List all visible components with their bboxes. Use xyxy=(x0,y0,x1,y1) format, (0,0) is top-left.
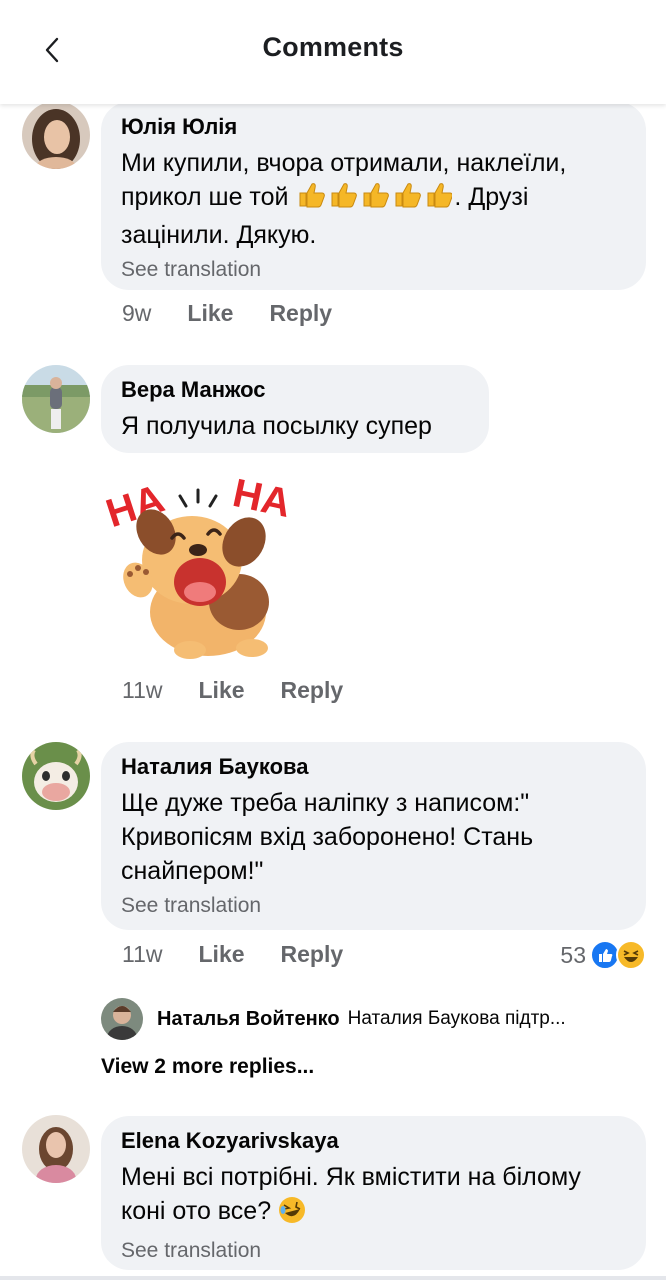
reply-button[interactable]: Reply xyxy=(269,300,332,327)
avatar[interactable] xyxy=(101,998,143,1040)
comment-text: Ще дуже треба наліпку з написом:" Кривоп… xyxy=(121,789,534,885)
comment-text: Я получила посылку супер xyxy=(121,412,432,440)
avatar[interactable] xyxy=(22,365,90,433)
reactions-summary[interactable]: 53 xyxy=(560,940,646,970)
avatar[interactable] xyxy=(22,101,90,169)
view-more-replies-link[interactable]: View 2 more replies... xyxy=(101,1055,314,1079)
rolling-laugh-emoji-icon xyxy=(278,1196,306,1233)
thumbs-up-emoji-icon xyxy=(297,181,454,218)
haha-dog-sticker: HA HA xyxy=(99,462,304,662)
reply-text: Наталия Баукова підтр... xyxy=(347,1008,566,1029)
like-button[interactable]: Like xyxy=(199,677,245,704)
comment-time: 9w xyxy=(122,300,152,326)
reply-button[interactable]: Reply xyxy=(281,941,344,968)
comment-actions: 9w Like Reply xyxy=(122,300,368,327)
avatar[interactable] xyxy=(22,742,90,810)
comment-bubble: Elena Kozyarivskaya Мені всі потрібні. Я… xyxy=(101,1116,646,1270)
comment-time: 11w xyxy=(122,941,163,967)
comment-author[interactable]: Наталия Баукова xyxy=(121,752,626,782)
haha-reaction-icon xyxy=(616,940,646,970)
see-translation-link[interactable]: See translation xyxy=(121,892,626,920)
sticker-ha-right: HA xyxy=(229,471,295,526)
header: Comments xyxy=(0,0,666,104)
see-translation-link[interactable]: See translation xyxy=(121,256,626,284)
reply-author: Наталья Войтенко xyxy=(157,1007,340,1030)
comment-author[interactable]: Юлія Юлія xyxy=(121,112,626,142)
comment-time: 11w xyxy=(122,677,163,703)
like-button[interactable]: Like xyxy=(199,941,245,968)
reaction-count: 53 xyxy=(560,941,586,968)
avatar[interactable] xyxy=(22,1115,90,1183)
see-translation-link[interactable]: See translation xyxy=(121,1237,626,1265)
reply-preview[interactable]: Наталья Войтенко Наталия Баукова підтр..… xyxy=(101,998,566,1040)
comment-actions: 11w Like Reply xyxy=(122,941,379,968)
comment-author[interactable]: Elena Kozyarivskaya xyxy=(121,1126,626,1156)
comment-text: Мені всі потрібні. Як вмістити на білому… xyxy=(121,1160,621,1233)
like-button[interactable]: Like xyxy=(187,300,233,327)
comment-author[interactable]: Вера Манжос xyxy=(121,375,469,405)
comment-text: Ми купили, вчора отримали, наклеїли, при… xyxy=(121,149,567,249)
bottom-divider xyxy=(0,1276,666,1280)
reply-button[interactable]: Reply xyxy=(281,677,344,704)
comment-bubble: Юлія Юлія Ми купили, вчора отримали, нак… xyxy=(101,102,646,290)
comment-bubble: Наталия Баукова Ще дуже треба наліпку з … xyxy=(101,742,646,930)
comment-actions: 11w Like Reply xyxy=(122,677,379,704)
comment-bubble: Вера Манжос Я получила посылку супер xyxy=(101,365,489,453)
page-title: Comments xyxy=(262,32,404,62)
